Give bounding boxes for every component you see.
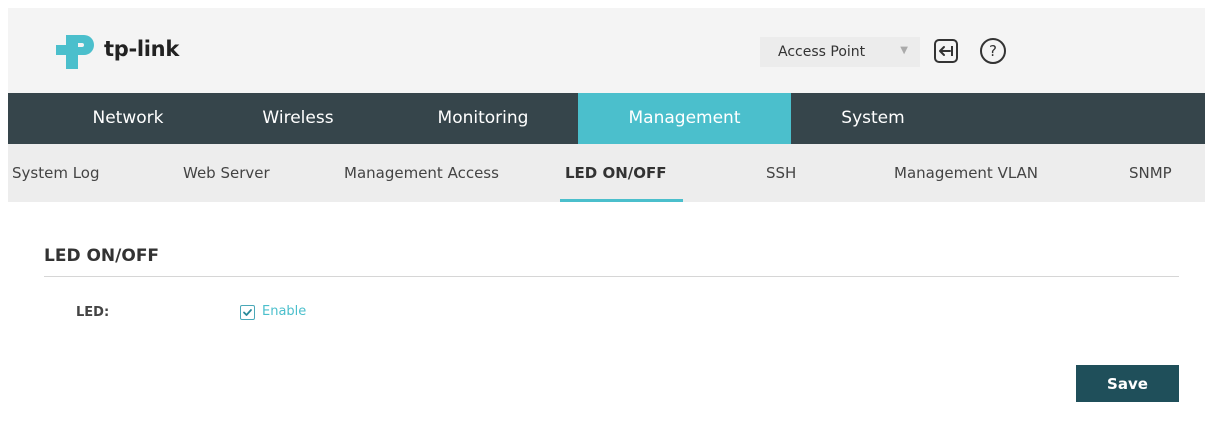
subnav-snmp[interactable]: SNMP [1129, 144, 1172, 202]
enable-label[interactable]: Enable [262, 304, 306, 319]
tp-link-logo[interactable]: tp-link [52, 29, 192, 73]
subnav-system-log[interactable]: System Log [12, 144, 100, 202]
nav-network[interactable]: Network [78, 93, 178, 144]
section-title: LED ON/OFF [44, 246, 160, 266]
subnav-management-access[interactable]: Management Access [344, 144, 499, 202]
app-frame: tp-link Access Point ▼ ? Network Wireles… [8, 8, 1205, 421]
nav-system[interactable]: System [823, 93, 923, 144]
mode-select-value: Access Point [778, 44, 866, 60]
section-divider [44, 276, 1179, 277]
mode-select[interactable]: Access Point ▼ [760, 37, 920, 67]
logo-text: tp-link [104, 37, 179, 61]
subnav-web-server[interactable]: Web Server [183, 144, 270, 202]
svg-text:?: ? [989, 42, 997, 60]
nav-wireless[interactable]: Wireless [248, 93, 348, 144]
active-tab-underline [560, 199, 683, 202]
logout-icon[interactable] [931, 36, 961, 66]
subnav-management-vlan[interactable]: Management VLAN [894, 144, 1038, 202]
help-icon[interactable]: ? [978, 36, 1008, 66]
led-label: LED: [76, 305, 110, 320]
tp-link-logo-mark [56, 35, 94, 69]
nav-monitoring[interactable]: Monitoring [418, 93, 548, 144]
check-icon [243, 309, 252, 316]
save-button[interactable]: Save [1076, 365, 1179, 402]
header: tp-link Access Point ▼ ? [8, 8, 1205, 93]
subnav-led-on-off[interactable]: LED ON/OFF [565, 144, 667, 202]
nav-management[interactable]: Management [578, 93, 791, 144]
subnav-ssh[interactable]: SSH [766, 144, 796, 202]
main-nav: Network Wireless Monitoring Management S… [8, 93, 1205, 144]
sub-nav: System Log Web Server Management Access … [8, 144, 1205, 202]
led-enable-checkbox[interactable] [240, 305, 255, 320]
chevron-down-icon: ▼ [900, 45, 908, 56]
